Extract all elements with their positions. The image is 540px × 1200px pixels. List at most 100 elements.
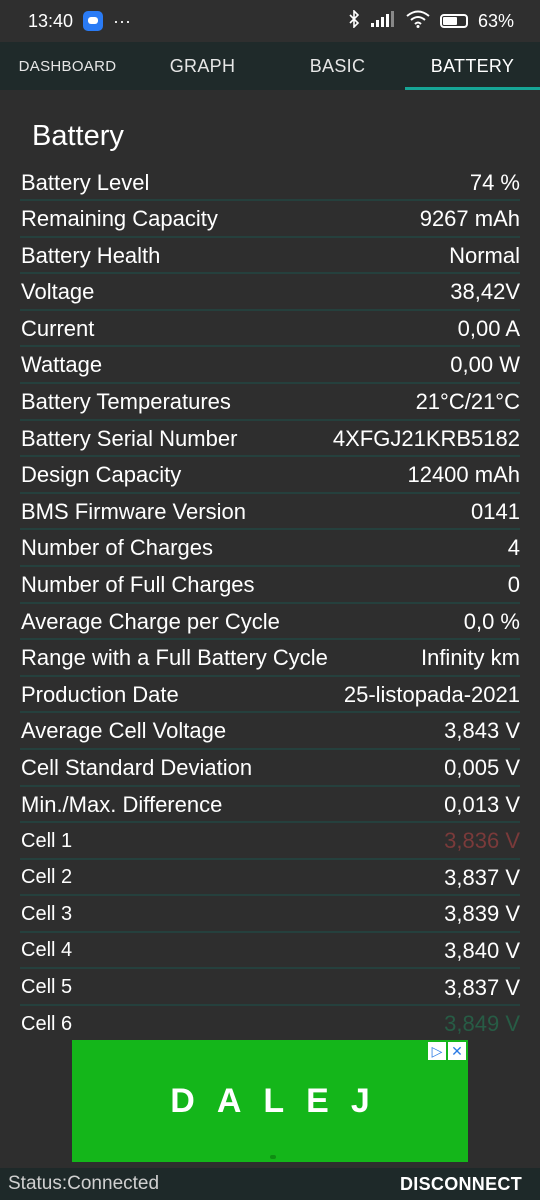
- info-row-label: Cell Standard Deviation: [21, 755, 253, 780]
- info-row-value: 0,00 A: [457, 315, 520, 341]
- info-row-label: Battery Temperatures: [21, 389, 231, 415]
- battery-percent: 63%: [477, 10, 514, 31]
- info-row-label: Voltage: [21, 279, 95, 305]
- adchoices-icon[interactable]: ▷: [428, 1042, 446, 1060]
- bluetooth-icon: [348, 8, 360, 33]
- info-row-value: 3,837 V: [444, 864, 520, 890]
- ad-text: DALEJ: [170, 1081, 392, 1120]
- battery-icon: [439, 14, 468, 28]
- ad-indicator: [270, 1155, 276, 1159]
- info-row-value: 4: [507, 535, 520, 561]
- info-row-label: Cell 3: [21, 902, 73, 925]
- bottom-bar: Status:Connected DISCONNECT: [0, 1168, 540, 1200]
- info-row-value: 0,005 V: [444, 755, 520, 780]
- message-app-icon: [83, 11, 104, 31]
- ad-banner[interactable]: DALEJ ▷ ✕: [72, 1040, 468, 1162]
- info-row-value: 74 %: [469, 169, 520, 195]
- info-row: Cell 6 3,849 V: [20, 1008, 520, 1038]
- info-row: Cell 3 3,839 V: [20, 898, 520, 933]
- info-row: Average Cell Voltage 3,843 V: [20, 715, 520, 750]
- clock: 13:40: [28, 10, 74, 31]
- info-row-value: 3,839 V: [444, 901, 520, 927]
- status-bar-left: 13:40 ···: [28, 11, 131, 32]
- tab-dashboard[interactable]: DASHBOARD: [0, 42, 135, 90]
- battery-info-list: Battery Level 74 % Remaining Capacity 9267 …: [20, 166, 520, 1038]
- info-row: Battery Level 74 %: [20, 166, 520, 201]
- tab-bar: DASHBOARD GRAPH BASIC BATTERY: [0, 42, 540, 90]
- info-row: Cell Standard Deviation 0,005 V: [20, 752, 520, 787]
- info-row-label: Range with a Full Battery Cycle: [21, 645, 328, 671]
- ad-badge: ▷ ✕: [428, 1042, 466, 1060]
- info-row-label: Min./Max. Difference: [21, 791, 223, 817]
- info-row-value: 3,840 V: [444, 937, 520, 963]
- info-row-value: Normal: [449, 242, 520, 268]
- battery-fill: [442, 17, 457, 25]
- info-row-value: Infinity km: [420, 645, 520, 671]
- battery-panel[interactable]: Battery Battery Level 74 % Remaining Capac…: [0, 90, 540, 1038]
- disconnect-button[interactable]: DISCONNECT: [400, 1174, 522, 1195]
- info-row: Battery Health Normal: [20, 239, 520, 275]
- tab-basic[interactable]: BASIC: [270, 42, 405, 90]
- info-row-label: Number of Full Charges: [21, 572, 255, 598]
- info-row: Number of Full Charges 0: [20, 569, 520, 604]
- info-row: Voltage 38,42V: [20, 276, 520, 311]
- tab-battery[interactable]: BATTERY: [405, 42, 540, 90]
- info-row: Cell 5 3,837 V: [20, 971, 520, 1007]
- info-row: Cell 1 3,836 V: [20, 825, 520, 860]
- info-row-value: 0,0 %: [463, 608, 520, 634]
- info-row: Min./Max. Difference 0,013 V: [20, 788, 520, 824]
- tab-graph[interactable]: GRAPH: [135, 42, 270, 90]
- info-row-value: 0,00 W: [450, 352, 520, 378]
- info-row-value: 12400 mAh: [407, 462, 520, 488]
- status-bar: 13:40 ··· 63%: [0, 0, 540, 42]
- info-row-label: Remaining Capacity: [21, 206, 218, 232]
- info-row-label: Wattage: [21, 352, 103, 378]
- info-row: Current 0,00 A: [20, 312, 520, 348]
- info-row: Cell 4 3,840 V: [20, 934, 520, 970]
- info-row-value: 3,837 V: [444, 974, 520, 1000]
- info-row: Battery Temperatures 21°C/21°C: [20, 386, 520, 421]
- info-row-label: Production Date: [21, 681, 179, 707]
- more-notifications-icon: ···: [113, 10, 132, 31]
- info-row-value: 38,42V: [450, 279, 520, 305]
- panel-title: Battery: [32, 120, 124, 152]
- info-row-label: Design Capacity: [21, 462, 182, 488]
- info-row-value: 9267 mAh: [419, 206, 520, 232]
- info-row: Design Capacity 12400 mAh: [20, 459, 520, 494]
- info-row-value: 3,849 V: [444, 1011, 520, 1037]
- info-row-label: Current: [21, 315, 95, 341]
- info-row: Cell 2 3,837 V: [20, 861, 520, 897]
- info-row-label: Average Cell Voltage: [21, 718, 227, 744]
- ad-area: DALEJ ▷ ✕: [0, 1038, 540, 1168]
- info-row-value: 0: [507, 572, 520, 598]
- info-row-label: Battery Health: [21, 242, 161, 268]
- info-row-value: 0141: [471, 498, 520, 524]
- info-row-value: 0,013 V: [444, 791, 520, 817]
- info-row-label: Cell 4: [21, 939, 73, 962]
- info-row: Wattage 0,00 W: [20, 349, 520, 384]
- info-row: BMS Firmware Version 0141: [20, 495, 520, 531]
- info-row-label: Battery Level: [21, 169, 150, 195]
- info-row-value: 25-listopada-2021: [343, 681, 520, 707]
- info-row: Remaining Capacity 9267 mAh: [20, 203, 520, 238]
- info-row: Average Charge per Cycle 0,0 %: [20, 605, 520, 641]
- status-bar-right: 63%: [348, 8, 514, 33]
- info-row-label: Battery Serial Number: [21, 425, 238, 451]
- info-row-label: BMS Firmware Version: [21, 498, 246, 524]
- connection-status: Status:Connected: [8, 1173, 160, 1194]
- info-row-value: 21°C/21°C: [415, 389, 520, 415]
- info-row: Battery Serial Number 4XFGJ21KRB5182: [20, 422, 520, 458]
- info-row-value: 3,836 V: [444, 828, 520, 854]
- info-row: Number of Charges 4: [20, 532, 520, 567]
- info-row: Production Date 25-listopada-2021: [20, 678, 520, 714]
- signal-icon: [370, 10, 396, 32]
- info-row-value: 4XFGJ21KRB5182: [332, 425, 520, 451]
- close-icon[interactable]: ✕: [448, 1042, 466, 1060]
- info-row-value: 3,843 V: [444, 718, 520, 744]
- wifi-icon: [406, 10, 430, 33]
- info-row-label: Cell 2: [21, 866, 73, 889]
- info-row-label: Number of Charges: [21, 535, 213, 561]
- info-row-label: Cell 6: [21, 1012, 73, 1035]
- info-row-label: Average Charge per Cycle: [21, 608, 280, 634]
- info-row: Range with a Full Battery Cycle Infinity …: [20, 642, 520, 677]
